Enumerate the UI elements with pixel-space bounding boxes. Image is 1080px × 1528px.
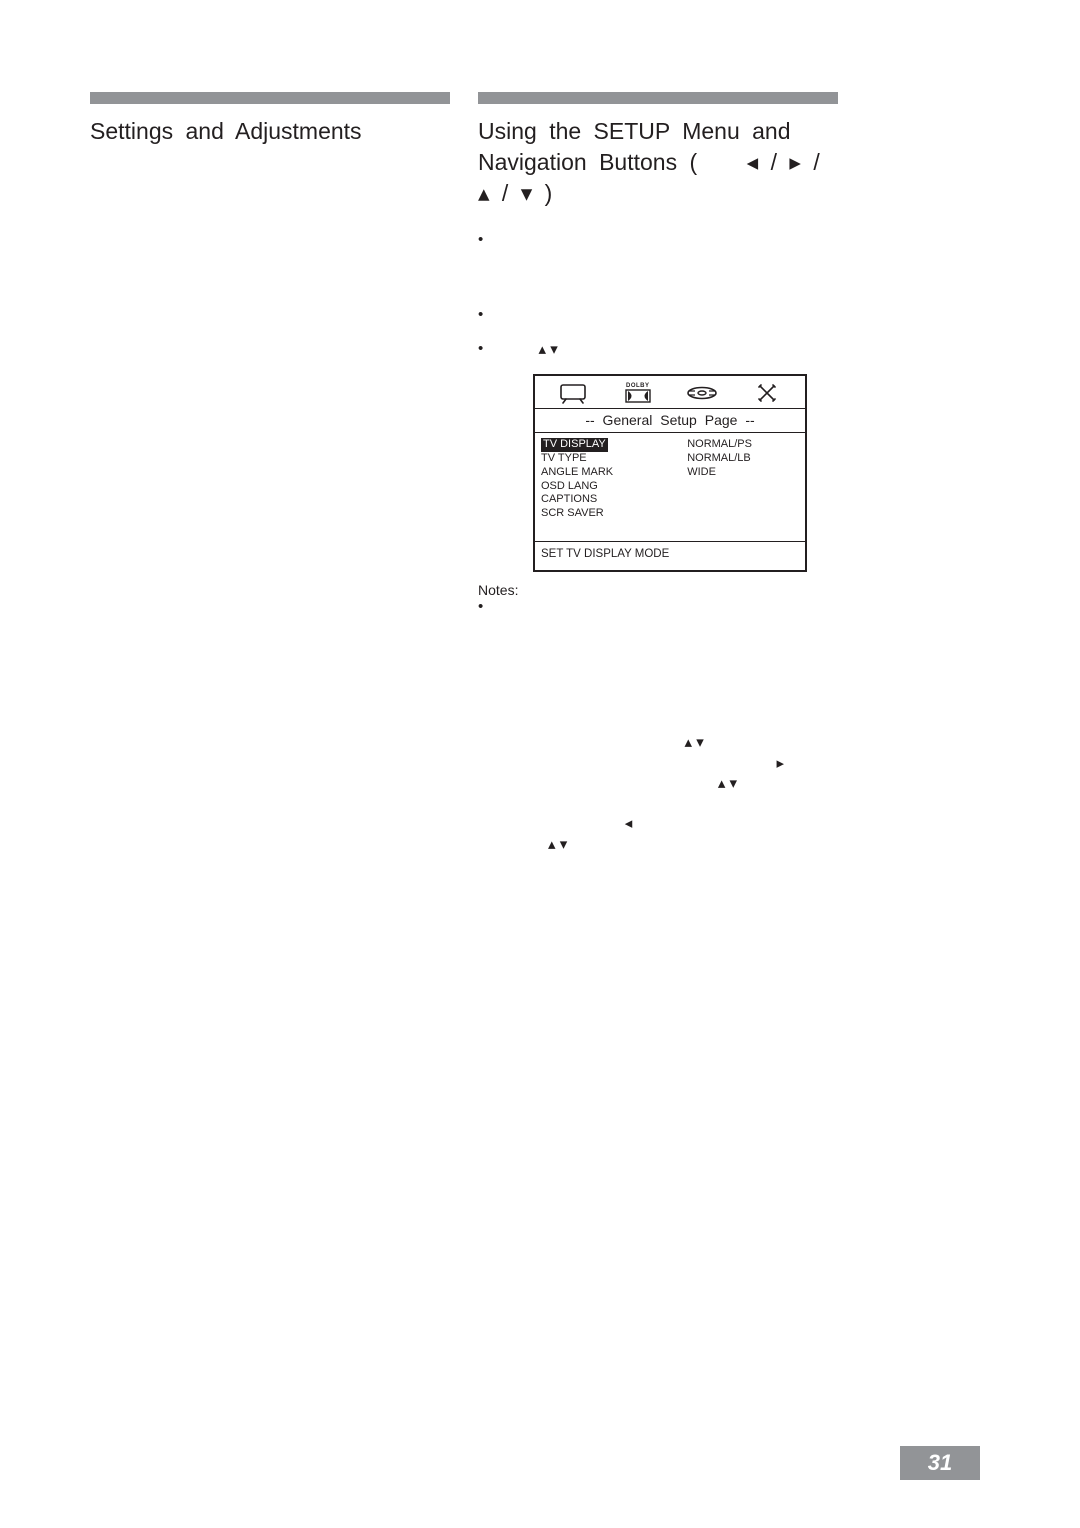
left-note: Note : When you are playing back a disc,… bbox=[90, 387, 450, 468]
dolby-tab-icon: DOLBY bbox=[606, 383, 671, 403]
osd-option: WIDE bbox=[687, 466, 799, 480]
instruction-text: Press ▴ ▾ to change page in the main men… bbox=[496, 341, 826, 358]
right-title: Using the SETUP Menu and Navigation Butt… bbox=[478, 116, 838, 209]
notes-heading: Notes: bbox=[478, 582, 838, 598]
up-arrow-icon: ▴ bbox=[684, 734, 692, 751]
osd-item-selected: TV DISPLAY bbox=[541, 438, 608, 452]
instruction-text: Press PLAY to return to the main menu pa… bbox=[496, 307, 797, 324]
notes-list: The diagram above shows a fictitious SET… bbox=[478, 598, 838, 699]
down-arrow-icon: ▾ bbox=[730, 775, 738, 792]
notes-item: The diagram above shows a fictitious SET… bbox=[478, 598, 838, 699]
osd-option: NORMAL/PS bbox=[687, 438, 799, 452]
notes-text: The diagram above shows a fictitious SET… bbox=[496, 599, 824, 697]
slash: / bbox=[801, 149, 820, 175]
nav-explain-1: Observe that you are now in the left col… bbox=[478, 713, 838, 875]
osd-status: SET TV DISPLAY MODE bbox=[535, 542, 805, 570]
down-arrow-icon: ▾ bbox=[696, 734, 704, 751]
osd-item-list: TV DISPLAY TV TYPE ANGLE MARK OSD LANG C… bbox=[535, 433, 681, 541]
up-arrow-icon: ▴ bbox=[539, 341, 547, 358]
section-divider bbox=[478, 92, 838, 104]
left-arrow-icon: ◂ bbox=[710, 149, 759, 175]
left-paragraph-1: By using the SETUP menu, you can make va… bbox=[90, 175, 450, 276]
up-arrow-icon: ▴ bbox=[548, 836, 556, 853]
down-arrow-icon: ▾ bbox=[550, 341, 558, 358]
title-line-1: Using the SETUP Menu and bbox=[478, 118, 791, 144]
right-arrow-icon: ▸ bbox=[789, 149, 801, 175]
osd-item: CAPTIONS bbox=[541, 493, 675, 507]
osd-setup-menu: DOLBY bbox=[533, 374, 807, 572]
title-line-2a: Navigation Buttons ( bbox=[478, 149, 697, 175]
slash: / bbox=[490, 180, 521, 206]
up-arrow-icon: ▴ bbox=[718, 775, 726, 792]
section-divider bbox=[90, 92, 450, 104]
osd-body: TV DISPLAY TV TYPE ANGLE MARK OSD LANG C… bbox=[535, 433, 805, 542]
nav-explain-2: If the option is dimmed, it means it can… bbox=[478, 890, 838, 931]
instruction-text: Press SETUP to turn on the SETUP menu an… bbox=[496, 232, 838, 290]
general-tab-icon bbox=[541, 382, 606, 404]
osd-item: TV TYPE bbox=[541, 452, 675, 466]
instruction-list: Press SETUP to turn on the SETUP menu an… bbox=[478, 231, 838, 360]
left-title: Settings and Adjustments bbox=[90, 116, 450, 147]
down-arrow-icon: ▾ bbox=[521, 180, 533, 206]
title-line-2b: ) bbox=[545, 180, 553, 206]
osd-item: ANGLE MARK bbox=[541, 466, 675, 480]
osd-page-title: -- General Setup Page -- bbox=[535, 409, 805, 433]
left-column: Settings and Adjustments By using the SE… bbox=[90, 92, 450, 483]
instruction-item: Press PLAY to return to the main menu pa… bbox=[478, 306, 838, 326]
instruction-item: Press SETUP to turn on the SETUP menu an… bbox=[478, 231, 838, 292]
right-arrow-icon: ▸ bbox=[776, 755, 784, 772]
slash: / bbox=[758, 149, 789, 175]
right-column: Using the SETUP Menu and Navigation Butt… bbox=[478, 92, 838, 946]
osd-item: OSD LANG bbox=[541, 480, 675, 494]
up-arrow-icon: ▴ bbox=[478, 180, 490, 206]
video-tab-icon bbox=[670, 383, 735, 403]
osd-option: NORMAL/LB bbox=[687, 452, 799, 466]
page-number: 31 bbox=[900, 1446, 980, 1480]
instruction-item: Press ▴ ▾ to change page in the main men… bbox=[478, 340, 838, 360]
manual-page: Settings and Adjustments By using the SE… bbox=[0, 0, 1080, 1528]
osd-option-list: NORMAL/PS NORMAL/LB WIDE bbox=[681, 433, 805, 541]
left-paragraph-2: Unless otherwise noted, the navigation b… bbox=[90, 291, 450, 372]
osd-item: SCR SAVER bbox=[541, 507, 675, 521]
preference-tab-icon bbox=[735, 382, 800, 404]
osd-tab-row: DOLBY bbox=[535, 376, 805, 409]
